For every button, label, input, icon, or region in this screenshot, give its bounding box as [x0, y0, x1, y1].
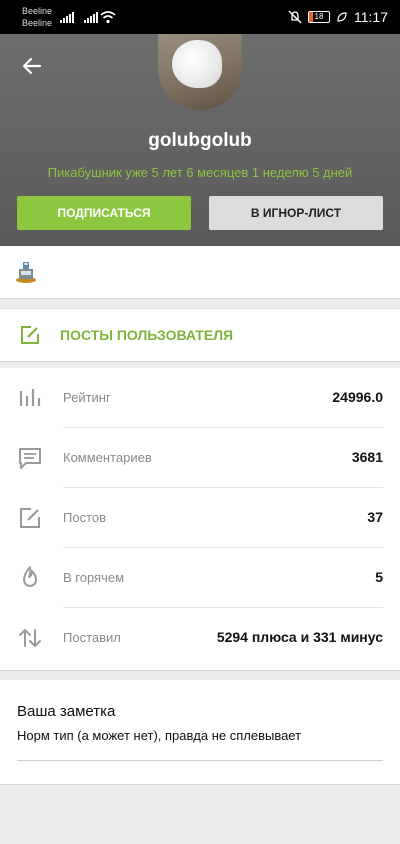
comment-icon: [19, 448, 41, 469]
stat-label: Поставил: [63, 630, 121, 645]
avatar[interactable]: [158, 34, 242, 110]
username: golubgolub: [148, 130, 252, 151]
note-underline: [17, 760, 383, 761]
profile-header: golubgolub Пикабушник уже 5 лет 6 месяце…: [0, 34, 400, 246]
stat-rating: Рейтинг 24996.0: [0, 368, 400, 428]
stat-votes: Поставил 5294 плюса и 331 минус: [0, 608, 400, 668]
stat-comments: Комментариев 3681: [0, 428, 400, 488]
stat-value: 5: [375, 569, 383, 585]
user-posts-link[interactable]: Посты пользователя: [0, 308, 400, 362]
stat-label: В горячем: [63, 570, 125, 585]
stat-value: 3681: [351, 449, 383, 465]
leaf-icon: [337, 12, 347, 22]
stat-label: Постов: [63, 510, 107, 525]
stats-list: Рейтинг 24996.0 Комментариев 3681 Постов…: [0, 368, 400, 671]
carrier-1: Beeline: [22, 6, 53, 16]
user-note: Ваша заметка Норм тип (а может нет), пра…: [0, 680, 400, 785]
stat-hot: В горячем 5: [0, 548, 400, 608]
signal-icon: [84, 11, 98, 23]
member-since: Пикабушник уже 5 лет 6 месяцев 1 неделю …: [47, 165, 353, 180]
status-bar: Beeline Beeline 18 11:17: [0, 0, 400, 34]
arrow-left-icon[interactable]: [20, 54, 44, 78]
status-right: 18 11:17: [288, 9, 388, 25]
arrows-updown-icon: [19, 629, 41, 647]
avatar-image: [172, 40, 222, 88]
clock: 11:17: [354, 9, 388, 25]
note-title: Ваша заметка: [17, 703, 116, 720]
stat-value: 24996.0: [332, 389, 383, 405]
wifi-icon: [100, 11, 116, 24]
flame-icon: [23, 566, 37, 587]
stat-label: Рейтинг: [63, 390, 111, 405]
edit-square-icon: [20, 508, 40, 528]
user-posts-label: Посты пользователя: [60, 327, 234, 343]
mute-icon: [288, 10, 302, 24]
stat-label: Комментариев: [63, 450, 152, 465]
signal-icon: [60, 11, 74, 23]
stat-value: 5294 плюса и 331 минус: [216, 629, 383, 645]
award-icon[interactable]: [14, 260, 38, 284]
stat-posts: Постов 37: [0, 488, 400, 548]
edit-square-icon: [21, 326, 39, 344]
note-text[interactable]: Норм тип (а может нет), правда не сплевы…: [17, 728, 301, 743]
ignore-button[interactable]: В игнор-лист: [209, 196, 383, 230]
battery-icon: 18: [308, 11, 330, 23]
stat-value: 37: [367, 509, 383, 525]
subscribe-button[interactable]: Подписаться: [17, 196, 191, 230]
chart-bars-icon: [19, 389, 41, 406]
carrier-2: Beeline: [22, 18, 53, 28]
awards-section: [0, 246, 400, 299]
